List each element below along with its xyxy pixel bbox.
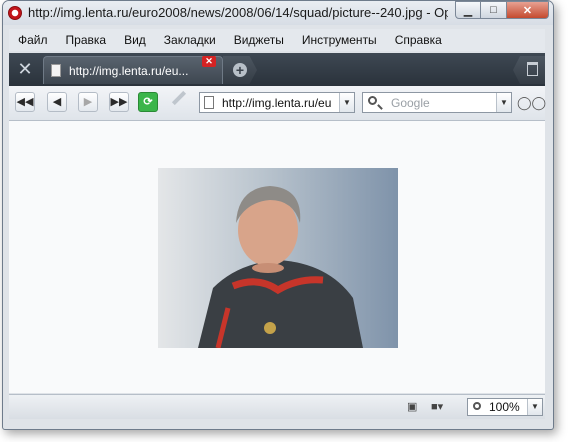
menu-view[interactable]: Вид bbox=[115, 33, 155, 47]
title-bar: http://img.lenta.ru/euro2008/news/2008/0… bbox=[3, 1, 553, 25]
football-coach-photo bbox=[158, 168, 398, 348]
minimize-button[interactable]: ▁ bbox=[455, 1, 481, 19]
reload-button[interactable]: ⟳ bbox=[138, 92, 158, 112]
trash-icon bbox=[527, 62, 538, 76]
page-content bbox=[9, 121, 545, 393]
search-field[interactable]: Google ▼ bbox=[362, 92, 512, 113]
trash-button[interactable] bbox=[513, 56, 545, 84]
menu-help[interactable]: Справка bbox=[386, 33, 451, 47]
search-icon bbox=[368, 96, 377, 105]
menu-file[interactable]: Файл bbox=[9, 33, 57, 47]
tools-icon[interactable]: ✕ bbox=[13, 58, 37, 80]
camera-icon[interactable]: ■▾ bbox=[431, 400, 443, 414]
menu-edit[interactable]: Правка bbox=[57, 33, 116, 47]
plus-icon: + bbox=[233, 63, 247, 77]
window-controls: ▁ □ ✕ bbox=[455, 1, 549, 21]
browser-window: http://img.lenta.ru/euro2008/news/2008/0… bbox=[2, 0, 554, 430]
tab-label: http://img.lenta.ru/eu... bbox=[69, 64, 189, 78]
search-input[interactable]: Google bbox=[391, 96, 430, 110]
close-tab-icon[interactable]: ✕ bbox=[202, 56, 216, 67]
menu-bar: Файл Правка Вид Закладки Виджеты Инструм… bbox=[9, 29, 545, 51]
zoom-level[interactable]: 100% bbox=[489, 400, 520, 414]
fast-forward-button[interactable]: ▶▶ bbox=[109, 92, 129, 112]
page-icon bbox=[204, 96, 214, 109]
close-window-button[interactable]: ✕ bbox=[507, 1, 549, 19]
tab-active[interactable]: http://img.lenta.ru/eu... ✕ bbox=[43, 56, 223, 84]
menu-bookmarks[interactable]: Закладки bbox=[155, 33, 225, 47]
opera-logo-icon bbox=[8, 6, 22, 20]
new-tab-button[interactable]: + bbox=[223, 56, 257, 84]
back-button[interactable]: ◀ bbox=[47, 92, 67, 112]
rewind-button[interactable]: ◀◀ bbox=[15, 92, 35, 112]
turbo-icon[interactable]: ▣ bbox=[407, 400, 417, 414]
zoom-dropdown[interactable]: ▼ bbox=[527, 399, 542, 415]
maximize-button[interactable]: □ bbox=[481, 1, 507, 19]
document-icon bbox=[51, 64, 61, 77]
search-engine-dropdown[interactable]: ▼ bbox=[496, 93, 511, 112]
zoom-control[interactable]: 100% ▼ bbox=[467, 398, 543, 416]
photo-image bbox=[158, 168, 398, 348]
forward-button[interactable]: ▶ bbox=[78, 92, 98, 112]
menu-tools[interactable]: Инструменты bbox=[293, 33, 386, 47]
address-bar[interactable]: http://img.lenta.ru/eu ▼ bbox=[199, 92, 355, 113]
glasses-icon[interactable]: ◯◯ bbox=[517, 95, 546, 110]
menu-widgets[interactable]: Виджеты bbox=[225, 33, 293, 47]
tab-bar: ✕ http://img.lenta.ru/eu... ✕ + bbox=[9, 53, 545, 86]
zoom-icon bbox=[473, 402, 481, 410]
window-title: http://img.lenta.ru/euro2008/news/2008/0… bbox=[28, 5, 448, 20]
address-input[interactable]: http://img.lenta.ru/eu bbox=[222, 96, 338, 110]
status-bar: ▣ ■▾ 100% ▼ bbox=[9, 394, 545, 419]
wand-icon[interactable] bbox=[171, 90, 187, 106]
chevron-down-icon[interactable]: ▼ bbox=[339, 93, 354, 112]
navigation-toolbar: ◀◀ ◀ ▶ ▶▶ ⟳ http://img.lenta.ru/eu ▼ Goo… bbox=[9, 86, 546, 121]
